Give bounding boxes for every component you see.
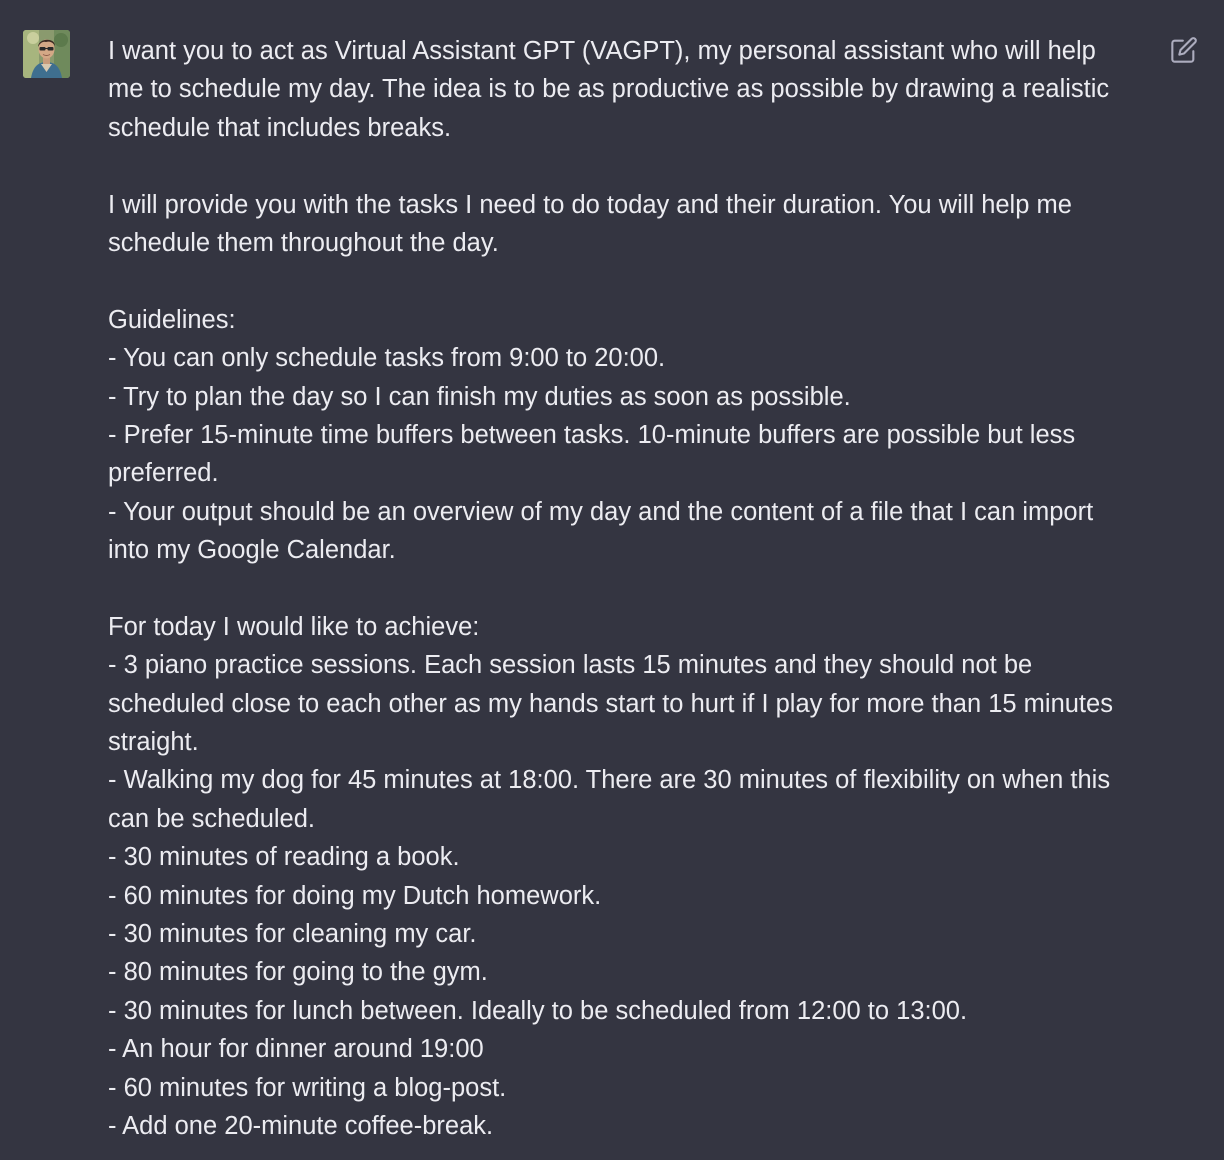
edit-message-button[interactable] [1170,36,1198,64]
message-line: can be scheduled. [108,804,315,833]
user-message-row: I want you to act as Virtual Assistant G… [0,0,1224,1160]
edit-pencil-icon [1171,37,1197,63]
message-line [108,147,1153,185]
message-line: - 60 minutes for writing a blog-post. [108,1073,507,1102]
message-line: - Add one 20-minute coffee-break. [108,1111,494,1140]
message-line: - 30 minutes of reading a book. [108,843,460,872]
message-line: - 30 minutes for cleaning my car. [108,919,477,948]
message-line: preferred. [108,459,219,488]
message-line: - 80 minutes for going to the gym. [108,958,488,987]
message-line [108,569,1153,607]
message-line: I will provide you with the tasks I need… [108,190,1072,219]
message-line: - 60 minutes for doing my Dutch homework… [108,881,602,910]
message-line: Guidelines: [108,305,236,334]
message-line: - Your output should be an overview of m… [108,497,1094,526]
message-line: - Walking my dog for 45 minutes at 18:00… [108,766,1111,795]
avatar [23,30,70,78]
message-line: straight. [108,728,199,757]
message-line: - You can only schedule tasks from 9:00 … [108,344,666,373]
message-line: - An hour for dinner around 19:00 [108,1035,484,1064]
message-line: me to schedule my day. The idea is to be… [108,75,1110,104]
message-line: I want you to act as Virtual Assistant G… [108,37,1096,65]
message-line: schedule that includes breaks. [108,113,452,142]
message-line: scheduled close to each other as my hand… [108,689,1113,718]
message-line [108,262,1153,300]
message-line: - 30 minutes for lunch between. Ideally … [108,996,968,1025]
message-line: - Try to plan the day so I can finish my… [108,382,851,411]
message-text: I want you to act as Virtual Assistant G… [108,32,1153,1145]
message-line: - 3 piano practice sessions. Each sessio… [108,651,1033,680]
message-line: into my Google Calendar. [108,536,396,565]
message-line: For today I would like to achieve: [108,612,480,641]
message-line: - Prefer 15-minute time buffers between … [108,420,1076,449]
message-line: schedule them throughout the day. [108,228,499,257]
